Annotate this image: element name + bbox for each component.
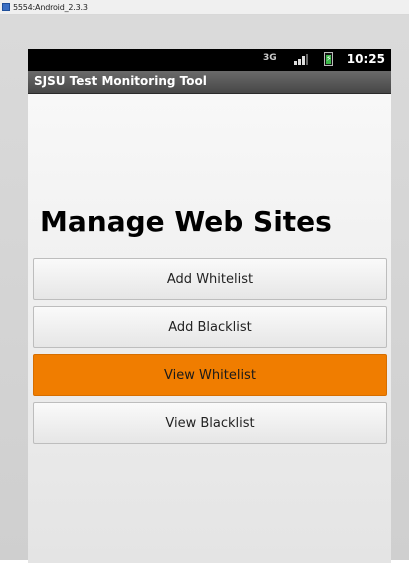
emulator-app-icon — [2, 3, 10, 11]
app-title-bar: SJSU Test Monitoring Tool — [28, 71, 391, 94]
battery-icon: ⚡ — [324, 52, 333, 66]
status-time: 10:25 — [346, 52, 385, 66]
add-whitelist-button[interactable]: Add Whitelist — [33, 258, 387, 300]
add-blacklist-button[interactable]: Add Blacklist — [33, 306, 387, 348]
3g-icon: 3G — [263, 53, 277, 63]
status-bar: 3G ⚡ 10:25 — [28, 49, 391, 71]
emulator-titlebar: 5554:Android_2.3.3 — [0, 0, 409, 15]
emulator-frame: 3G ⚡ 10:25 SJSU Test Monitoring Tool Man… — [0, 15, 409, 563]
view-whitelist-button[interactable]: View Whitelist — [33, 354, 387, 396]
main-content: Manage Web Sites Add Whitelist Add Black… — [28, 94, 391, 563]
view-blacklist-button[interactable]: View Blacklist — [33, 402, 387, 444]
device-screen: 3G ⚡ 10:25 SJSU Test Monitoring Tool Man… — [28, 49, 391, 563]
app-title: SJSU Test Monitoring Tool — [34, 74, 207, 88]
page-heading: Manage Web Sites — [40, 205, 332, 238]
emulator-window-title: 5554:Android_2.3.3 — [13, 2, 88, 12]
signal-icon — [294, 54, 308, 65]
